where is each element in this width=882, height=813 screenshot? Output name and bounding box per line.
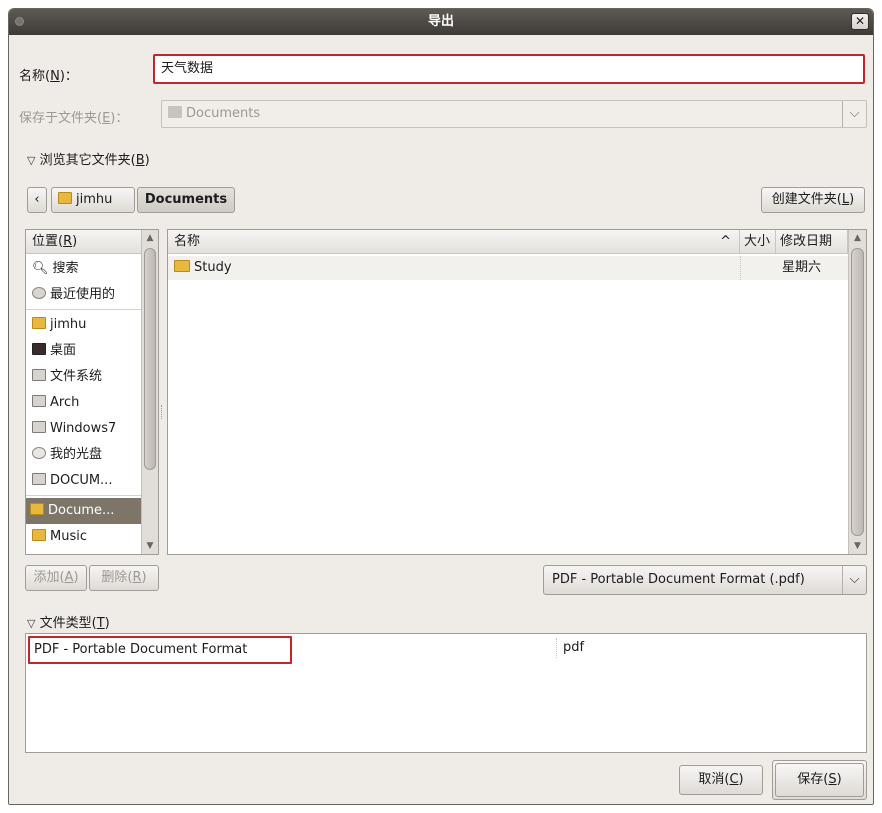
- remove-bookmark-button[interactable]: 删除(R): [89, 565, 159, 591]
- places-divider: [26, 495, 158, 496]
- place-label: 桌面: [50, 343, 77, 358]
- scroll-up-icon[interactable]: ▲: [849, 230, 866, 246]
- scroll-up-icon[interactable]: ▲: [142, 230, 158, 246]
- scroll-down-icon[interactable]: ▼: [142, 538, 158, 554]
- place-item-documents[interactable]: Docume...: [26, 498, 158, 524]
- places-scrollbar[interactable]: ▲ ▼: [141, 230, 158, 554]
- file-type-ext: pdf: [563, 640, 585, 655]
- file-type-toggle[interactable]: ▽ 文件类型(T): [27, 612, 110, 631]
- browse-other-folders-toggle[interactable]: ▽ 浏览其它文件夹(B): [27, 149, 150, 168]
- close-button[interactable]: ✕: [851, 13, 869, 30]
- file-type-list: PDF - Portable Document Format pdf: [25, 633, 867, 753]
- save-button[interactable]: 保存(S): [772, 760, 867, 800]
- place-label: 我的光盘: [50, 447, 103, 462]
- file-filter-combo[interactable]: PDF - Portable Document Format (.pdf) ⌵: [543, 565, 867, 595]
- drive-icon: [32, 421, 46, 433]
- path-segment-documents[interactable]: Documents: [137, 187, 235, 213]
- name-input[interactable]: 天气数据: [153, 54, 865, 84]
- place-item-home[interactable]: jimhu: [28, 312, 156, 338]
- scroll-down-icon[interactable]: ▼: [849, 538, 866, 554]
- recent-icon: [32, 287, 46, 299]
- file-size: [740, 256, 776, 280]
- name-input-value: 天气数据: [161, 61, 214, 76]
- save-button-face: 保存(S): [775, 763, 864, 797]
- cancel-button[interactable]: 取消(C): [679, 765, 763, 795]
- place-label: Docume...: [48, 503, 115, 518]
- file-filter-value: PDF - Portable Document Format (.pdf): [552, 572, 805, 587]
- drive-icon: [32, 473, 46, 485]
- music-folder-icon: [32, 529, 46, 541]
- chevron-left-icon: ‹: [34, 192, 40, 207]
- place-item-filesystem[interactable]: 文件系统: [28, 364, 156, 390]
- search-icon: 🔍︎: [32, 261, 49, 276]
- home-folder-icon: [32, 317, 46, 329]
- home-folder-icon: [58, 192, 72, 204]
- place-label: 最近使用的: [50, 287, 116, 302]
- create-folder-button[interactable]: 创建文件夹(L): [761, 187, 865, 213]
- folder-icon: [174, 260, 190, 272]
- title-bar: 导出 ✕: [9, 9, 873, 35]
- column-header-size[interactable]: 大小: [740, 230, 776, 254]
- window-title: 导出: [427, 14, 454, 29]
- place-label: 文件系统: [50, 369, 103, 384]
- path-segment-label: Documents: [144, 192, 228, 207]
- place-item-music[interactable]: Music: [28, 524, 156, 550]
- place-item-arch[interactable]: Arch: [28, 390, 156, 416]
- places-panel: 位置(R) 🔍︎ 搜索 最近使用的 jimhu 桌面 文件系统 Arch Wind…: [25, 229, 159, 555]
- export-dialog: 导出 ✕ 名称(N)： 天气数据 保存于文件夹(E)： Documents ⌵ …: [8, 8, 874, 805]
- place-label: Windows7: [50, 421, 117, 436]
- place-label: DOCUM...: [50, 473, 113, 488]
- expander-down-icon: ▽: [27, 154, 36, 167]
- file-modified: 星期六: [782, 260, 822, 275]
- place-item-search[interactable]: 🔍︎ 搜索: [28, 256, 156, 282]
- place-item-cdrom[interactable]: 我的光盘: [28, 442, 156, 468]
- file-row[interactable]: Study 星期六: [168, 256, 848, 280]
- chevron-down-icon: ⌵: [842, 101, 866, 127]
- place-label: Arch: [50, 395, 80, 410]
- file-type-row-ext[interactable]: pdf: [556, 638, 584, 658]
- column-header-name[interactable]: 名称 ^: [168, 230, 740, 254]
- add-bookmark-button[interactable]: 添加(A): [25, 565, 87, 591]
- place-item-windows7[interactable]: Windows7: [28, 416, 156, 442]
- file-list-panel: 名称 ^ 大小 修改日期 Study 星期六: [167, 229, 867, 555]
- place-item-docum-drive[interactable]: DOCUM...: [28, 468, 156, 494]
- documents-folder-icon: [168, 106, 182, 118]
- sort-ascending-icon: ^: [720, 234, 731, 249]
- file-type-name: PDF - Portable Document Format: [34, 642, 248, 657]
- name-label: 名称(N)：: [19, 69, 78, 84]
- places-scroll-thumb[interactable]: [144, 248, 156, 470]
- pane-splitter[interactable]: [161, 405, 165, 419]
- documents-folder-icon: [30, 503, 44, 515]
- place-item-desktop[interactable]: 桌面: [28, 338, 156, 364]
- place-item-recent[interactable]: 最近使用的: [28, 282, 156, 308]
- file-type-row-name[interactable]: PDF - Portable Document Format: [28, 636, 292, 664]
- place-label: jimhu: [50, 317, 87, 332]
- file-list-scroll-thumb[interactable]: [851, 248, 864, 536]
- save-in-folder-value: Documents: [186, 106, 261, 121]
- file-name: Study: [194, 260, 232, 275]
- place-label: 搜索: [52, 261, 79, 276]
- file-list-scrollbar[interactable]: ▲ ▼: [848, 230, 866, 554]
- desktop-icon: [32, 343, 46, 355]
- drive-icon: [32, 395, 46, 407]
- cdrom-icon: [32, 447, 46, 459]
- chevron-down-icon: ⌵: [842, 566, 866, 594]
- window-menu-icon[interactable]: [15, 17, 24, 26]
- save-in-folder-label: 保存于文件夹(E)：: [19, 111, 129, 126]
- path-back-button[interactable]: ‹: [27, 187, 47, 213]
- expander-down-icon: ▽: [27, 617, 36, 630]
- save-in-folder-combo[interactable]: Documents ⌵: [161, 100, 867, 128]
- place-label: Music: [50, 529, 87, 544]
- places-divider: [26, 309, 158, 310]
- path-segment-jimhu[interactable]: jimhu: [51, 187, 135, 213]
- drive-icon: [32, 369, 46, 381]
- column-header-modified[interactable]: 修改日期: [776, 230, 848, 254]
- path-segment-label: jimhu: [76, 192, 113, 207]
- places-header[interactable]: 位置(R): [26, 230, 158, 254]
